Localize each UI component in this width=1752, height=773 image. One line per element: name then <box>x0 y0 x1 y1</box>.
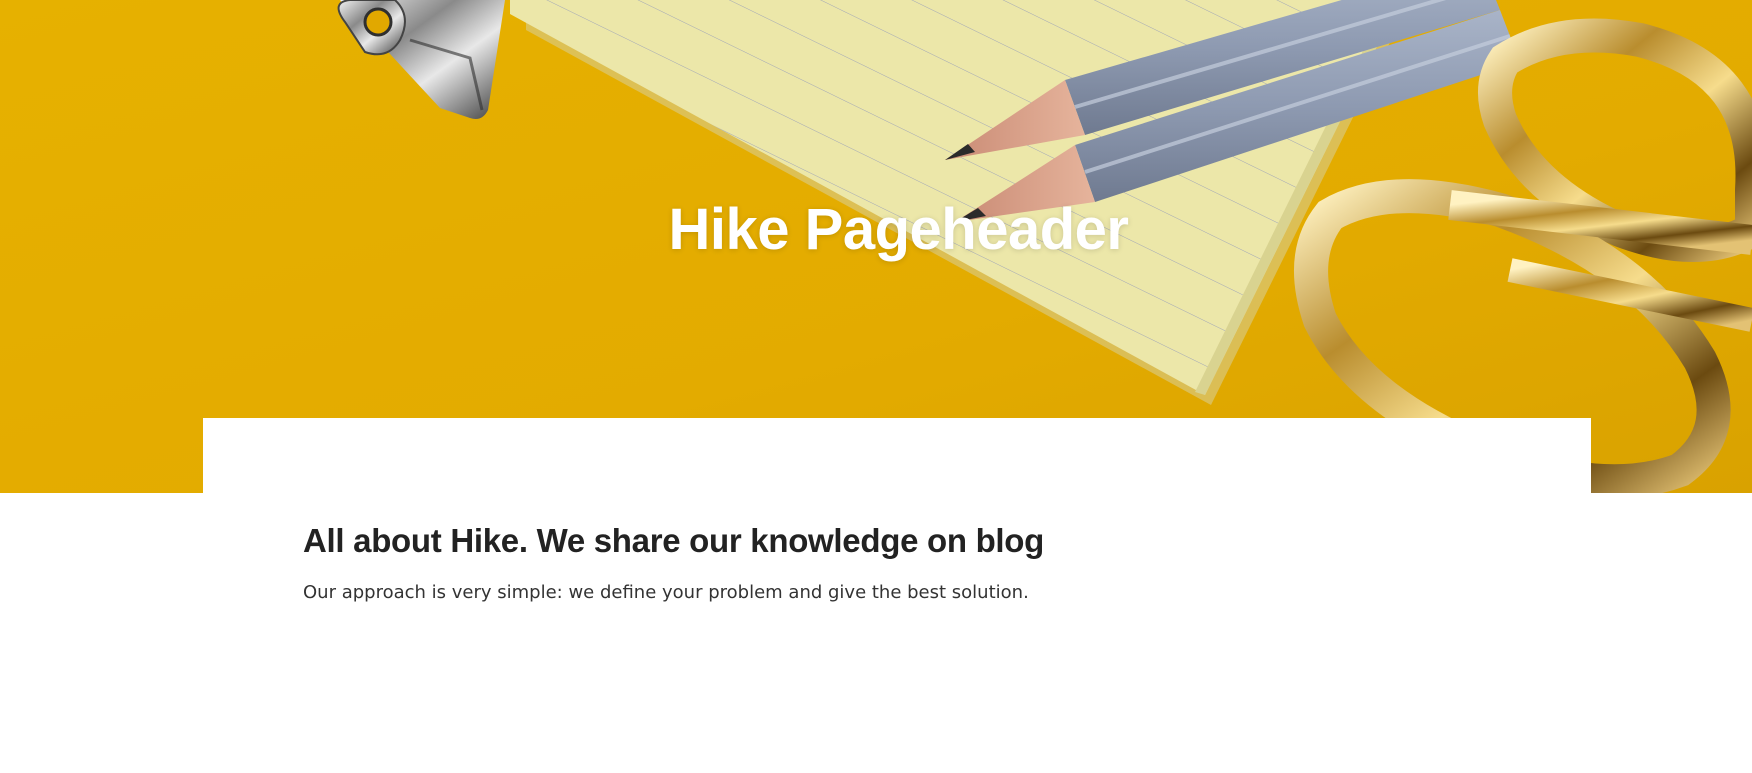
section-description: Our approach is very simple: we define y… <box>303 581 1029 603</box>
section-title: All about Hike. We share our knowledge o… <box>303 522 1045 559</box>
content-intro: All about Hike. We share our knowledge o… <box>303 521 1491 606</box>
content-card: All about Hike. We share our knowledge o… <box>203 418 1591 773</box>
page-header-title: Hike Pageheader <box>668 197 1129 262</box>
